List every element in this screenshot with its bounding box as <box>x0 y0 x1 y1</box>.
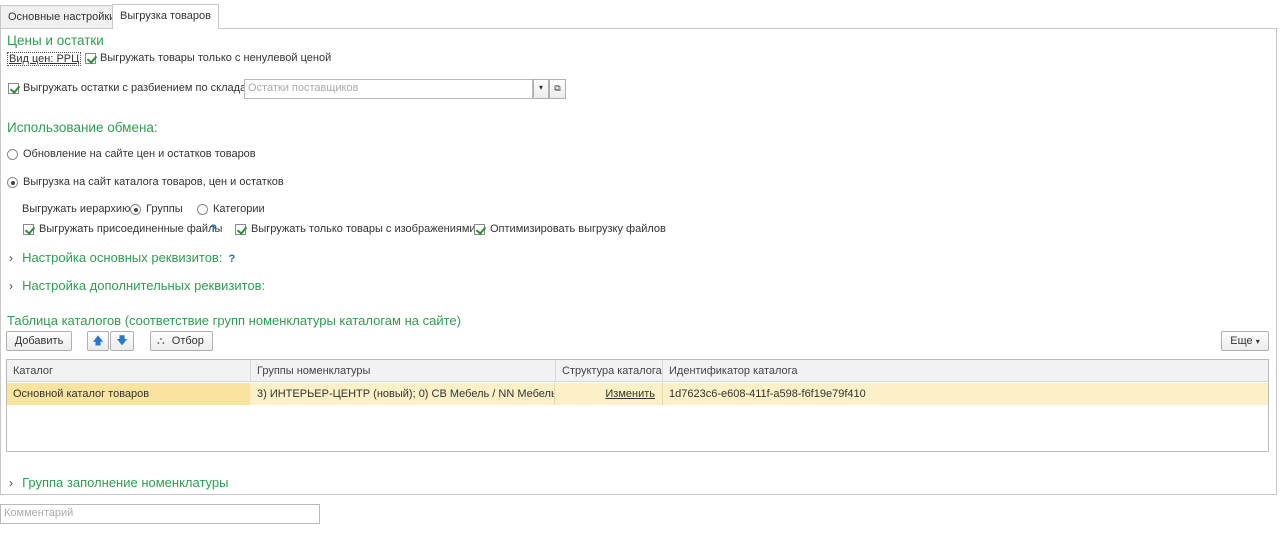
suppliers-stock-input[interactable]: Остатки поставщиков <box>244 79 533 99</box>
add-catalog-button[interactable]: Добавить <box>6 331 72 351</box>
filter-button-label: Отбор <box>171 335 204 347</box>
chevron-down-icon: ▾ <box>538 83 543 92</box>
column-header-catalog[interactable]: Каталог <box>7 360 251 382</box>
exchange-option-update-radio[interactable] <box>7 149 18 160</box>
prices-section-title: Цены и остатки <box>7 33 104 48</box>
filter-button[interactable]: ⛬ Отбор <box>150 331 213 351</box>
suppliers-open-button[interactable]: ⧉ <box>549 79 566 99</box>
more-button-label: Еще <box>1230 335 1253 347</box>
hierarchy-groups-radio[interactable] <box>130 204 141 215</box>
move-up-button[interactable]: 🡅 <box>87 331 109 351</box>
hierarchy-categories-label: Категории <box>213 203 265 215</box>
attached-files-checkbox[interactable] <box>23 224 34 235</box>
attached-files-label: Выгружать присоединенные файлы <box>39 223 223 235</box>
column-header-structure[interactable]: Структура каталога <box>556 360 663 382</box>
more-button[interactable]: Еще ▾ <box>1221 331 1269 351</box>
edit-structure-link[interactable]: Изменить <box>605 388 655 400</box>
exchange-option-full-label: Выгрузка на сайт каталога товаров, цен и… <box>23 176 284 188</box>
main-props-help-icon[interactable]: ? <box>229 253 236 265</box>
cell-structure: Изменить <box>556 383 663 405</box>
optimize-files-label: Оптимизировать выгрузку файлов <box>490 223 666 235</box>
comment-input[interactable]: Комментарий <box>0 504 320 524</box>
fill-group-title: Группа заполнение номенклатуры <box>22 475 229 490</box>
chevron-right-icon: › <box>9 476 13 490</box>
hierarchy-groups-label: Группы <box>146 203 183 215</box>
nonzero-price-label: Выгружать товары только с ненулевой цено… <box>100 52 332 64</box>
fill-group[interactable]: › Группа заполнение номенклатуры <box>9 475 228 490</box>
arrow-down-icon: 🡇 <box>116 335 128 347</box>
chevron-right-icon: › <box>9 251 13 265</box>
exchange-option-update-label: Обновление на сайте цен и остатков товар… <box>23 148 256 160</box>
move-down-button[interactable]: 🡇 <box>110 331 134 351</box>
chevron-down-icon: ▾ <box>1255 337 1260 346</box>
suppliers-dropdown-button[interactable]: ▾ <box>533 79 549 99</box>
hierarchy-categories-radio[interactable] <box>197 204 208 215</box>
tab-main-settings[interactable]: Основные настройки <box>0 5 124 29</box>
cell-groups: 3) ИНТЕРЬЕР-ЦЕНТР (новый); 0) СВ Мебель … <box>251 383 555 405</box>
table-row[interactable]: Основной каталог товаров 3) ИНТЕРЬЕР-ЦЕН… <box>7 383 1268 405</box>
catalogs-table-title: Таблица каталогов (соответствие групп но… <box>7 313 461 328</box>
tab-goods-export[interactable]: Выгрузка товаров <box>112 4 219 29</box>
column-header-id[interactable]: Идентификатор каталога <box>663 360 1268 382</box>
column-header-groups[interactable]: Группы номенклатуры <box>251 360 556 382</box>
cell-id: 1d7623c6-e608-411f-a598-f6f19e79f410 <box>669 388 866 400</box>
arrow-up-icon: 🡅 <box>92 335 104 347</box>
stock-by-warehouse-label: Выгружать остатки с разбиением по склада… <box>23 82 254 94</box>
attached-files-help-icon[interactable]: ? <box>210 223 217 235</box>
with-images-label: Выгружать только товары с изображениями <box>251 223 476 235</box>
exchange-option-full-radio[interactable] <box>7 177 18 188</box>
main-props-title: Настройка основных реквизитов: <box>22 250 223 265</box>
chevron-right-icon: › <box>9 279 13 293</box>
extra-props-title: Настройка дополнительных реквизитов: <box>22 278 266 293</box>
extra-props-group[interactable]: › Настройка дополнительных реквизитов: <box>9 278 265 293</box>
open-window-icon: ⧉ <box>554 83 561 93</box>
stock-by-warehouse-checkbox[interactable] <box>8 83 19 94</box>
cell-catalog: Основной каталог товаров <box>7 383 250 405</box>
price-type-link[interactable]: Вид цен: РРЦ <box>7 52 82 66</box>
with-images-checkbox[interactable] <box>235 224 246 235</box>
catalogs-table: Каталог Группы номенклатуры Структура ка… <box>6 359 1269 452</box>
exchange-section-title: Использование обмена: <box>7 120 158 135</box>
nonzero-price-checkbox[interactable] <box>85 53 96 64</box>
main-props-group[interactable]: › Настройка основных реквизитов: ? <box>9 250 235 265</box>
hierarchy-label: Выгружать иерархию: <box>22 203 134 215</box>
optimize-files-checkbox[interactable] <box>474 224 485 235</box>
filter-icon: ⛬ <box>157 335 165 347</box>
